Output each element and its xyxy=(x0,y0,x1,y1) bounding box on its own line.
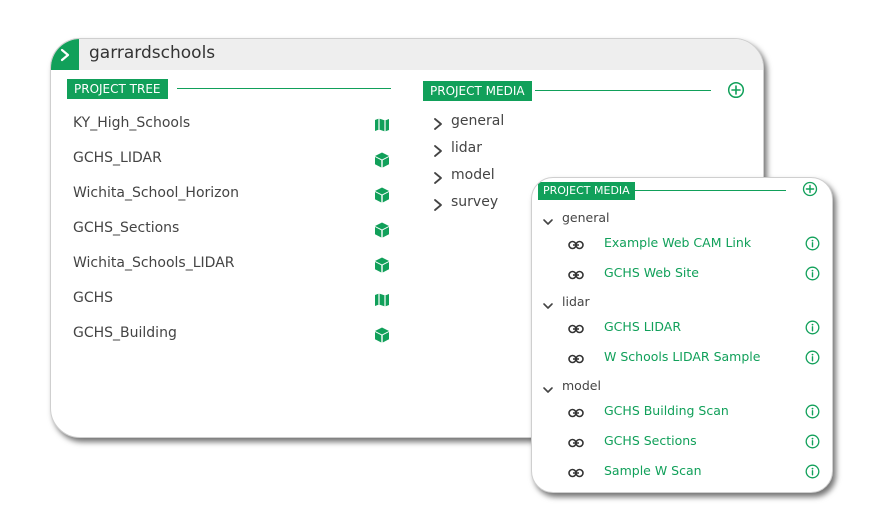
section-divider xyxy=(635,190,786,191)
media-link[interactable]: GCHS Building Scan xyxy=(568,402,820,422)
tree-item-label: Wichita_Schools_LIDAR xyxy=(73,255,235,271)
chevron-right-icon[interactable] xyxy=(431,143,445,157)
project-header: garrardschools xyxy=(51,39,763,70)
section-divider xyxy=(177,88,391,89)
project-title: garrardschools xyxy=(89,43,216,63)
chevron-down-icon[interactable] xyxy=(542,297,554,309)
info-icon[interactable] xyxy=(805,404,820,419)
cube-icon[interactable] xyxy=(373,326,391,344)
media-link[interactable]: Example Web CAM Link xyxy=(568,234,820,254)
media-group-label: model xyxy=(562,378,601,393)
media-link[interactable]: W Schools LIDAR Sample xyxy=(568,348,820,368)
popup-add-media-button[interactable] xyxy=(802,181,818,197)
tree-item[interactable]: GCHS xyxy=(73,289,391,311)
cube-icon[interactable] xyxy=(373,256,391,274)
tree-item[interactable]: GCHS_Sections xyxy=(73,219,391,241)
chevron-right-icon[interactable] xyxy=(431,116,445,130)
tree-item[interactable]: KY_High_Schools xyxy=(73,114,391,136)
chevron-right-icon xyxy=(60,48,70,61)
map-icon[interactable] xyxy=(373,116,391,134)
tree-item[interactable]: GCHS_LIDAR xyxy=(73,149,391,171)
link-icon xyxy=(568,237,584,251)
tree-item-label: GCHS xyxy=(73,290,114,306)
cube-icon[interactable] xyxy=(373,221,391,239)
project-media-header: PROJECT MEDIA xyxy=(423,81,711,101)
media-folder-label: survey xyxy=(451,194,499,210)
project-media-heading: PROJECT MEDIA xyxy=(423,81,532,101)
media-folder-label: model xyxy=(451,167,495,183)
cube-icon[interactable] xyxy=(373,151,391,169)
map-icon[interactable] xyxy=(373,291,391,309)
info-icon[interactable] xyxy=(805,266,820,281)
media-link[interactable]: GCHS LIDAR xyxy=(568,318,820,338)
tree-item-label: KY_High_Schools xyxy=(73,115,191,131)
media-popup: PROJECT MEDIA general Example Web CAM Lin… xyxy=(531,177,833,493)
link-icon xyxy=(568,267,584,281)
media-folder-label: general xyxy=(451,113,505,129)
media-group-label: general xyxy=(562,210,610,225)
media-link-label[interactable]: W Schools LIDAR Sample xyxy=(604,349,760,364)
chevron-right-icon[interactable] xyxy=(431,170,445,184)
link-icon xyxy=(568,435,584,449)
link-icon xyxy=(568,321,584,335)
media-link-label[interactable]: GCHS Sections xyxy=(604,433,697,448)
link-icon xyxy=(568,351,584,365)
tree-item[interactable]: GCHS_Building xyxy=(73,324,391,346)
project-tree-header: PROJECT TREE xyxy=(67,79,391,99)
media-folder-label: lidar xyxy=(451,140,483,156)
project-tree-heading: PROJECT TREE xyxy=(67,79,168,99)
panel-toggle-button[interactable] xyxy=(51,39,79,70)
link-icon xyxy=(568,405,584,419)
chevron-down-icon[interactable] xyxy=(542,381,554,393)
tree-item-label: Wichita_School_Horizon xyxy=(73,185,239,201)
tree-item-label: GCHS_Building xyxy=(73,325,177,341)
media-group-label: lidar xyxy=(562,294,590,309)
media-link[interactable]: GCHS Sections xyxy=(568,432,820,452)
media-link-label[interactable]: GCHS LIDAR xyxy=(604,319,681,334)
info-icon[interactable] xyxy=(805,434,820,449)
chevron-right-icon[interactable] xyxy=(431,197,445,211)
section-divider xyxy=(535,90,711,91)
media-link[interactable]: GCHS Web Site xyxy=(568,264,820,284)
chevron-down-icon[interactable] xyxy=(542,213,554,225)
info-icon[interactable] xyxy=(805,320,820,335)
info-icon[interactable] xyxy=(805,464,820,479)
media-link[interactable]: Sample W Scan xyxy=(568,462,820,482)
media-link-label[interactable]: GCHS Building Scan xyxy=(604,403,729,418)
info-icon[interactable] xyxy=(805,236,820,251)
tree-item[interactable]: Wichita_Schools_LIDAR xyxy=(73,254,391,276)
popup-media-header: PROJECT MEDIA xyxy=(538,182,786,200)
media-link-label[interactable]: GCHS Web Site xyxy=(604,265,699,280)
tree-item-label: GCHS_LIDAR xyxy=(73,150,162,166)
popup-media-heading: PROJECT MEDIA xyxy=(538,182,635,200)
add-media-button[interactable] xyxy=(727,81,745,99)
tree-item-label: GCHS_Sections xyxy=(73,220,180,236)
tree-item[interactable]: Wichita_School_Horizon xyxy=(73,184,391,206)
media-link-label[interactable]: Sample W Scan xyxy=(604,463,702,478)
cube-icon[interactable] xyxy=(373,186,391,204)
info-icon[interactable] xyxy=(805,350,820,365)
media-link-label[interactable]: Example Web CAM Link xyxy=(604,235,751,250)
link-icon xyxy=(568,465,584,479)
